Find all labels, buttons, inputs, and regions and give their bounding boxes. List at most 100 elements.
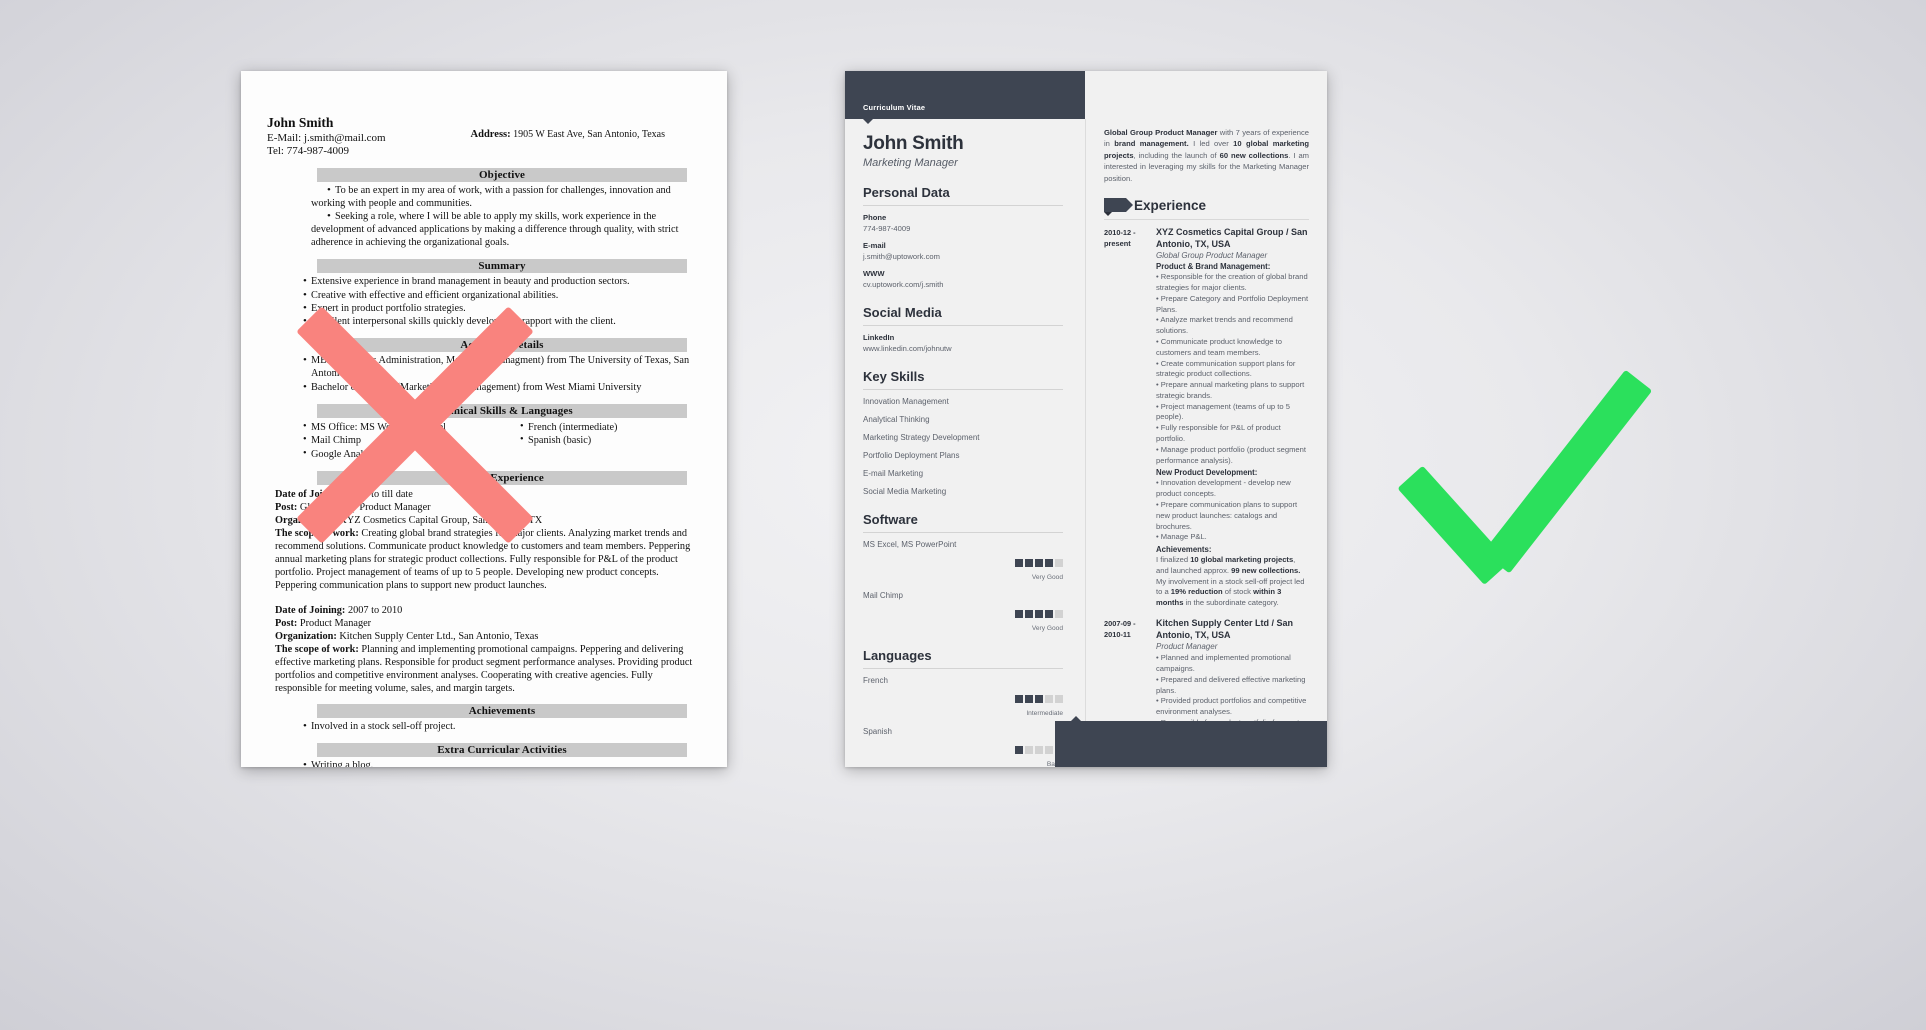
entry-dates: 2010-12 - present bbox=[1104, 227, 1136, 249]
rating-block bbox=[1025, 746, 1033, 754]
key-skill-item: Analytical Thinking bbox=[863, 415, 930, 424]
job-achievement: I finalized 10 global marketing projects… bbox=[1156, 555, 1301, 575]
rating-block bbox=[1035, 559, 1043, 567]
rating-block bbox=[1045, 559, 1053, 567]
rating-block bbox=[1045, 695, 1053, 703]
bad-resume-name: John Smith bbox=[267, 115, 334, 130]
rating-block bbox=[1015, 610, 1023, 618]
job2-post-value: Product Manager bbox=[299, 618, 372, 630]
social-value[interactable]: www.linkedin.com/johnutw bbox=[863, 344, 1063, 353]
job1-org-label: Organization: bbox=[275, 514, 337, 526]
rating-block bbox=[1045, 610, 1053, 618]
job1-post-value: Global Group Product Manager bbox=[299, 501, 431, 513]
rating-block bbox=[1035, 610, 1043, 618]
social-label: LinkedIn bbox=[863, 333, 895, 342]
key-skills-title: Key Skills bbox=[863, 369, 1063, 390]
list-item: MBA (Business Administration, Marketing … bbox=[267, 354, 701, 381]
languages-rating-list: French Intermediate Spanish Basic bbox=[863, 676, 1063, 767]
personal-data-label: WWW bbox=[863, 269, 885, 278]
job2-post-label: Post: bbox=[275, 618, 298, 630]
job-bullet: • Prepare Category and Portfolio Deploym… bbox=[1156, 293, 1309, 314]
good-resume-body: John Smith Marketing Manager Personal Da… bbox=[845, 119, 1327, 767]
bad-resume-document: John Smith E-Mail: j.smith@mail.com Tel:… bbox=[241, 71, 727, 767]
bad-resume-address-value: 1905 W East Ave, San Antonio, Texas bbox=[513, 129, 665, 140]
cv-label: Curriculum Vitae bbox=[863, 103, 926, 112]
job-category: Achievements: bbox=[1156, 545, 1212, 555]
job-bullet: • Prepare communication plans to support… bbox=[1156, 499, 1298, 531]
experience-entries: 2010-12 - present XYZ Cosmetics Capital G… bbox=[1104, 227, 1309, 750]
job-company: XYZ Cosmetics Capital Group / San Antoni… bbox=[1156, 226, 1308, 249]
rating-row: Intermediate bbox=[863, 690, 1063, 717]
summary-list: Extensive experience in brand management… bbox=[267, 275, 701, 329]
bad-job1: Date of Joining: 2010 to till date Post:… bbox=[267, 488, 701, 593]
list-item: French (intermediate) bbox=[484, 420, 701, 435]
languages-title: Languages bbox=[863, 648, 1063, 669]
bad-resume-header: John Smith E-Mail: j.smith@mail.com Tel:… bbox=[267, 115, 701, 159]
rating-block bbox=[1025, 695, 1033, 703]
experience-entry: 2010-12 - present XYZ Cosmetics Capital G… bbox=[1104, 227, 1309, 609]
objective-list: To be an expert in my area of work, with… bbox=[267, 184, 701, 250]
personal-data-title: Personal Data bbox=[863, 185, 1063, 206]
summary-bold-1: Global Group Product Manager bbox=[1104, 128, 1218, 137]
entry-details: XYZ Cosmetics Capital Group / San Antoni… bbox=[1156, 227, 1309, 609]
job-bullet: • Prepared and delivered effective marke… bbox=[1156, 674, 1306, 695]
rating-block bbox=[1035, 695, 1043, 703]
summary-bold-4: 60 new collections bbox=[1219, 150, 1289, 160]
list-item: Creative with effective and efficient or… bbox=[267, 289, 701, 303]
list-item: Writing a blog. bbox=[267, 759, 701, 767]
green-check-mark bbox=[1397, 330, 1660, 585]
experience-section-head: Experience bbox=[1104, 198, 1309, 217]
rating-row: Basic bbox=[863, 741, 1063, 767]
list-item: Spanish (basic) bbox=[484, 433, 701, 448]
extra-activities-list: Writing a blog.Enjoy reading books.Enjoy… bbox=[267, 759, 701, 767]
list-item: Expert in product portfolio strategies. bbox=[267, 302, 701, 316]
job-category: Product & Brand Management: bbox=[1156, 262, 1271, 272]
bad-resume-tel: Tel: 774-987-4009 bbox=[267, 145, 350, 158]
job-bullet: • Manage P&L. bbox=[1156, 532, 1207, 542]
job1-date-value: 2010 to till date bbox=[347, 488, 413, 500]
technical-skills-list: MS Office: MS Word, MS ExcelMail ChimpGo… bbox=[267, 420, 484, 462]
job-category: New Product Development: bbox=[1156, 468, 1258, 478]
job-bullet: • Manage product portfolio (product segm… bbox=[1156, 444, 1306, 465]
job-bullet: • Innovation development - develop new p… bbox=[1156, 478, 1291, 499]
section-extra-bar: Extra Curricular Activities bbox=[317, 743, 687, 758]
job2-scope-label: The scope of work: bbox=[275, 644, 359, 656]
job2-org-value: Kitchen Supply Center Ltd., San Antonio,… bbox=[339, 631, 539, 643]
list-item: Extensive experience in brand management… bbox=[267, 275, 701, 289]
software-rating-list: MS Excel, MS PowerPoint Very Good Mail Chi… bbox=[863, 540, 1063, 632]
personal-data-label: Phone bbox=[863, 213, 887, 222]
job-achievement: My involvement in a stock sell-off proje… bbox=[1156, 576, 1305, 608]
job-bullet: • Fully responsible for P&L of product p… bbox=[1156, 423, 1281, 444]
rating-label: Spanish bbox=[863, 727, 892, 736]
rating-blocks bbox=[1015, 610, 1063, 618]
summary-text-2: I led over bbox=[1188, 139, 1234, 149]
section-achievements-bar: Achievements bbox=[317, 704, 687, 719]
section-skills-bar: Technical Skills & Languages bbox=[317, 403, 687, 418]
rating-caption: Very Good bbox=[1031, 625, 1063, 632]
list-item: Excellent interpersonal skills quickly d… bbox=[267, 315, 701, 329]
rating-label: French bbox=[863, 676, 888, 685]
rating-row: Very Good bbox=[863, 605, 1063, 632]
job-bullet: • Project management (teams of up to 5 p… bbox=[1156, 401, 1290, 422]
rating-label: MS Excel, MS PowerPoint bbox=[863, 540, 957, 549]
bad-resume-contact-block: John Smith E-Mail: j.smith@mail.com Tel:… bbox=[267, 115, 386, 159]
job-bullet: • Provided product portfolios and compet… bbox=[1156, 696, 1307, 717]
key-skill-item: Portfolio Deployment Plans bbox=[863, 451, 960, 460]
rating-label: Mail Chimp bbox=[863, 591, 904, 600]
good-resume-main: Global Group Product Manager with 7 year… bbox=[1085, 119, 1327, 767]
social-media-list: LinkedIn www.linkedin.com/johnutw bbox=[863, 333, 1063, 353]
job1-post-label: Post: bbox=[275, 501, 298, 513]
key-skill-item: Social Media Marketing bbox=[863, 487, 947, 496]
bad-resume-email: E-Mail: j.smith@mail.com bbox=[267, 131, 386, 144]
job-bullet: • Analyze market trends and recommend so… bbox=[1156, 315, 1293, 336]
key-skill-item: E-mail Marketing bbox=[863, 469, 924, 478]
key-skill-item: Marketing Strategy Development bbox=[863, 433, 980, 442]
personal-data-label: E-mail bbox=[863, 241, 886, 250]
rating-block bbox=[1025, 559, 1033, 567]
list-item: Seeking a role, where I will be able to … bbox=[267, 210, 701, 250]
job1-org-value: XYZ Cosmetics Capital Group, San Antonio… bbox=[339, 514, 543, 526]
rating-block bbox=[1055, 559, 1063, 567]
rating-caption: Very Good bbox=[1031, 574, 1063, 581]
key-skill-item: Innovation Management bbox=[863, 397, 949, 406]
